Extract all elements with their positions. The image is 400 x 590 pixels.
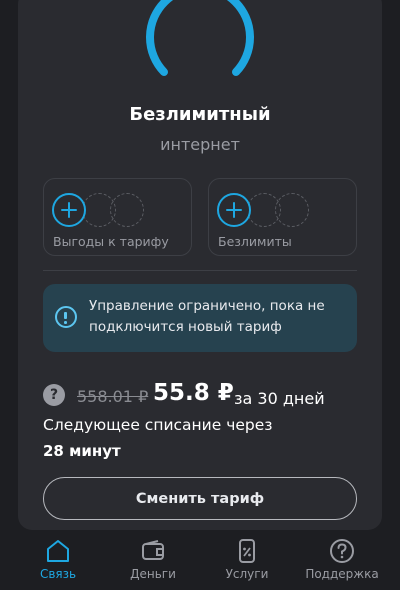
price-period: за 30 дней <box>234 389 325 408</box>
wallet-icon <box>142 540 164 560</box>
services-icon <box>239 539 255 563</box>
tile-label: Выгоды к тарифу <box>53 234 169 249</box>
nav-item-services[interactable]: Услуги <box>197 530 297 590</box>
nav-label: Поддержка <box>305 567 379 581</box>
empty-slot-icon <box>247 193 281 227</box>
nav-item-support[interactable]: Поддержка <box>292 530 392 590</box>
nav-label: Деньги <box>130 567 176 581</box>
nav-label: Связь <box>39 567 77 581</box>
help-circle-icon <box>330 539 354 563</box>
plus-icon <box>217 193 251 227</box>
price-help-icon[interactable]: ? <box>43 384 65 406</box>
nav-label: Услуги <box>225 567 269 581</box>
tariff-gauge <box>146 0 254 76</box>
bottom-nav: Связь Деньги Услуги Поддержка <box>0 530 400 590</box>
nav-item-money[interactable]: Деньги <box>103 530 203 590</box>
next-charge-value: 28 минут <box>43 442 121 460</box>
tariff-subtitle: интернет <box>160 135 240 154</box>
change-tariff-button[interactable]: Сменить тариф <box>43 477 357 520</box>
nav-item-connection[interactable]: Связь <box>8 530 108 590</box>
plus-icon <box>52 193 86 227</box>
tile-unlimited[interactable]: Безлимиты <box>208 178 357 256</box>
old-price: 558.01 ₽ <box>77 387 149 406</box>
divider <box>43 270 357 271</box>
home-icon <box>47 540 69 562</box>
info-icon <box>55 306 77 328</box>
tile-label: Безлимиты <box>218 234 292 249</box>
notice-text: Управление ограничено, пока не подключит… <box>89 298 325 335</box>
tile-tariff-benefits[interactable]: Выгоды к тарифу <box>43 178 192 256</box>
new-price: 55.8 ₽ <box>153 380 234 406</box>
tariff-title: Безлимитный <box>129 104 271 125</box>
restriction-notice: Управление ограничено, пока не подключит… <box>43 284 357 352</box>
next-charge-label: Следующее списание через <box>43 416 273 434</box>
empty-slot-icon <box>82 193 116 227</box>
